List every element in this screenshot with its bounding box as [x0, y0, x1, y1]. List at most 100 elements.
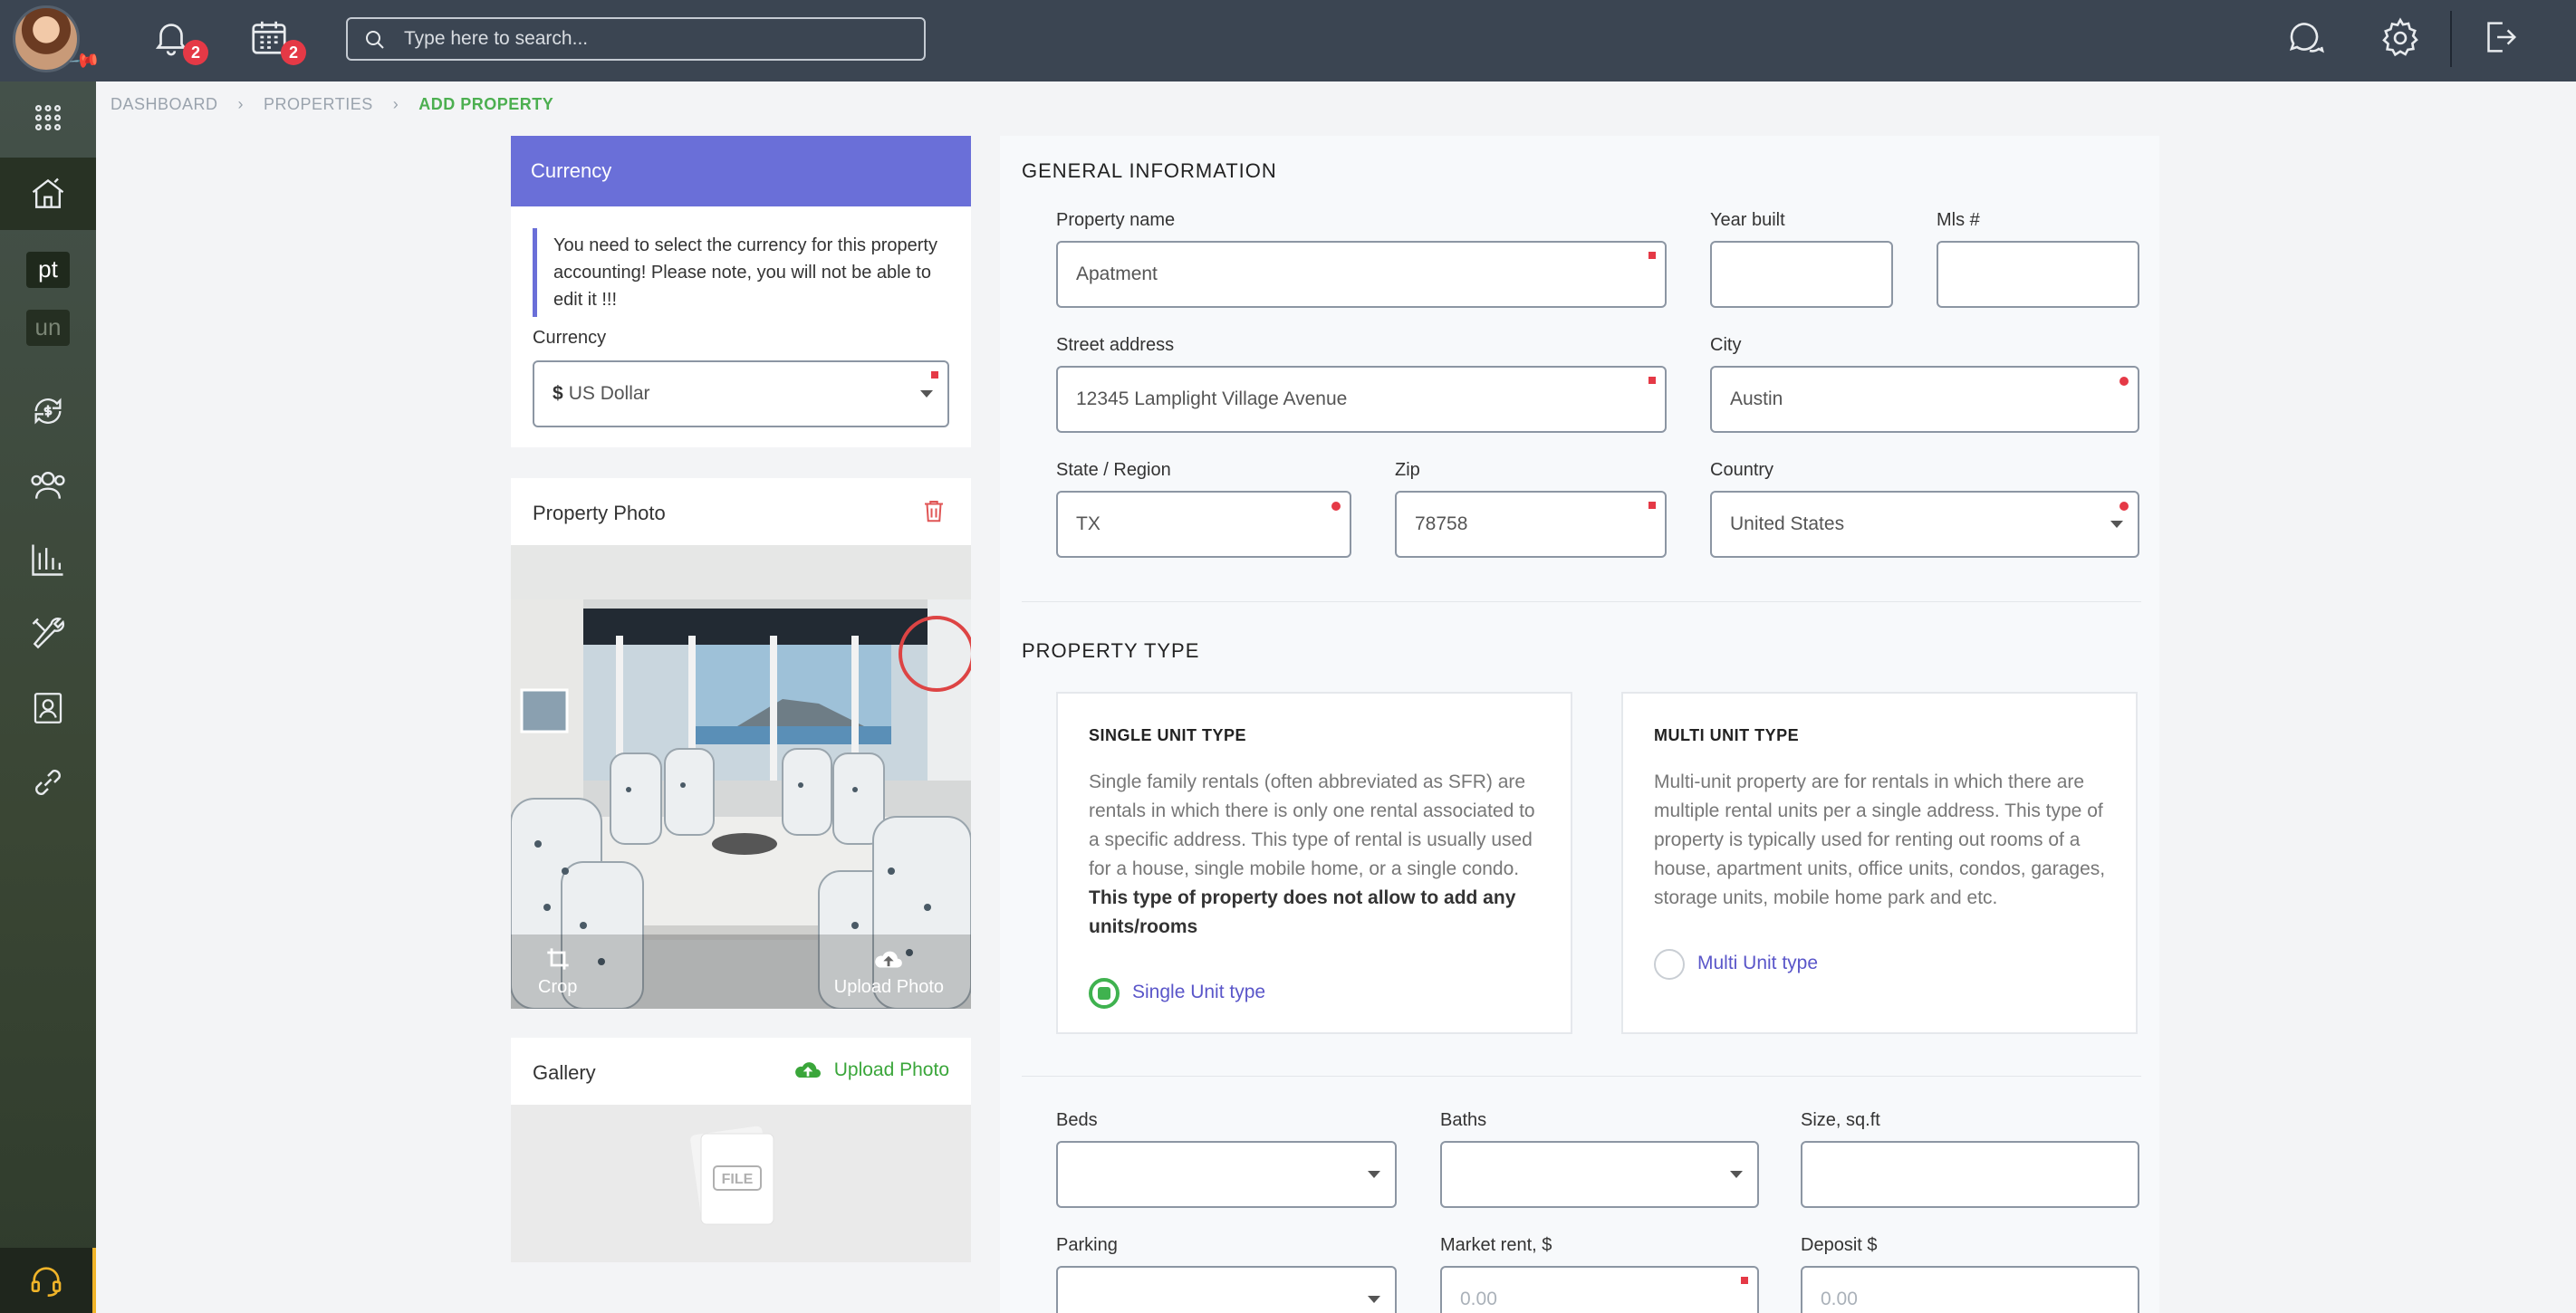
multi-unit-radio-label[interactable]: Multi Unit type [1697, 953, 1818, 974]
single-unit-description-bold: This type of property does not allow to … [1089, 887, 1516, 937]
multi-unit-card[interactable]: MULTI UNIT TYPE Multi-unit property are … [1621, 692, 2138, 1034]
single-unit-description: Single family rentals (often abbreviated… [1089, 768, 1551, 942]
top-bar: 📌 2 2 [0, 0, 2576, 81]
chevron-right-icon: › [392, 94, 399, 113]
settings-button[interactable] [2379, 16, 2424, 62]
sidebar-item-maintenance[interactable] [0, 598, 96, 670]
mls-label: Mls # [1937, 210, 1980, 230]
file-icon-label: FILE [722, 1172, 754, 1187]
property-photo-card: Property Photo Crop Upload Photo [511, 478, 971, 1009]
link-icon [35, 770, 61, 795]
calendar-badge: 2 [281, 40, 306, 65]
baths-select[interactable] [1440, 1141, 1759, 1208]
file-icon: FILE [690, 1126, 774, 1225]
state-value: TX [1076, 513, 1101, 534]
city-label: City [1710, 335, 1742, 355]
tools-icon [32, 618, 65, 649]
dining-room-image [511, 545, 971, 1009]
required-marker [1648, 252, 1656, 259]
single-unit-radio-label[interactable]: Single Unit type [1132, 982, 1265, 1003]
country-select[interactable]: United States [1710, 491, 2139, 558]
gallery-upload-button[interactable]: Upload Photo [793, 1059, 949, 1081]
gallery-card: Gallery Upload Photo FILE [511, 1038, 971, 1262]
beds-select[interactable] [1056, 1141, 1397, 1208]
sidebar-item-apps[interactable] [0, 81, 96, 154]
logout-button[interactable] [2478, 16, 2523, 62]
sidebar-un-label: un [26, 310, 70, 346]
chat-button[interactable] [2284, 16, 2330, 62]
required-marker [1741, 1277, 1748, 1284]
calendar-button[interactable]: 2 [248, 16, 306, 65]
property-name-label: Property name [1056, 210, 1176, 230]
multi-unit-heading: MULTI UNIT TYPE [1654, 726, 1800, 744]
sidebar-item-un[interactable]: un [0, 292, 96, 364]
city-input[interactable]: Austin [1710, 366, 2139, 433]
deposit-input[interactable]: 0.00 [1801, 1266, 2139, 1313]
zip-input[interactable]: 78758 [1395, 491, 1667, 558]
breadcrumb-properties[interactable]: PROPERTIES [264, 95, 373, 114]
size-input[interactable] [1801, 1141, 2139, 1208]
chevron-down-icon [1730, 1171, 1743, 1178]
state-label: State / Region [1056, 460, 1171, 480]
property-photo: Crop Upload Photo [511, 545, 971, 1009]
sidebar-item-links[interactable] [0, 746, 96, 819]
notifications-button[interactable]: 2 [150, 16, 208, 65]
currency-header: Currency [511, 136, 971, 206]
mls-input[interactable] [1937, 241, 2139, 308]
headset-icon [31, 1267, 62, 1297]
support-button[interactable] [0, 1248, 96, 1313]
country-label: Country [1710, 460, 1774, 480]
parking-label: Parking [1056, 1235, 1118, 1255]
baths-label: Baths [1440, 1110, 1487, 1130]
gallery-dropzone[interactable]: FILE [511, 1105, 971, 1262]
sidebar-item-transactions[interactable] [0, 375, 96, 447]
required-marker [2119, 502, 2129, 511]
topbar-divider [2450, 11, 2452, 67]
chevron-down-icon [1368, 1171, 1380, 1178]
multi-unit-description: Multi-unit property are for rentals in w… [1654, 772, 2106, 908]
sidebar-item-people[interactable] [0, 449, 96, 522]
year-built-input[interactable] [1710, 241, 1893, 308]
search-icon [366, 31, 384, 49]
search-input[interactable] [404, 26, 911, 52]
city-value: Austin [1730, 388, 1783, 409]
multi-unit-radio[interactable] [1654, 949, 1685, 980]
sidebar: pt un [0, 81, 96, 1313]
state-input[interactable]: TX [1056, 491, 1351, 558]
crop-label: Crop [538, 977, 578, 997]
currency-select[interactable]: $ US Dollar [533, 360, 949, 427]
currency-symbol: $ [553, 383, 563, 404]
beds-label: Beds [1056, 1110, 1098, 1130]
sidebar-item-reports[interactable] [0, 523, 96, 596]
single-unit-radio[interactable] [1089, 978, 1120, 1009]
property-name-input[interactable]: Apatment [1056, 241, 1667, 308]
gallery-title: Gallery [533, 1061, 596, 1084]
property-photo-title: Property Photo [533, 502, 666, 524]
property-type-title: PROPERTY TYPE [1022, 639, 1200, 662]
sidebar-item-properties[interactable] [0, 158, 96, 230]
breadcrumb-dashboard[interactable]: DASHBOARD [111, 95, 218, 114]
sidebar-item-contacts[interactable] [0, 672, 96, 744]
size-label: Size, sq.ft [1801, 1110, 1880, 1130]
sidebar-pt-label: pt [26, 252, 70, 288]
money-cycle-icon [34, 398, 62, 425]
cloud-upload-icon [794, 1062, 821, 1078]
deposit-label: Deposit $ [1801, 1235, 1878, 1255]
breadcrumb: DASHBOARD › PROPERTIES › ADD PROPERTY [111, 91, 553, 118]
gear-icon [2382, 17, 2418, 57]
upload-photo-button[interactable]: Upload Photo [834, 948, 944, 998]
cloud-upload-icon [875, 951, 903, 968]
crop-button[interactable]: Crop [538, 946, 577, 998]
single-unit-description-text: Single family rentals (often abbreviated… [1089, 772, 1535, 879]
street-address-input[interactable]: 12345 Lamplight Village Avenue [1056, 366, 1667, 433]
house-icon [32, 177, 64, 208]
parking-select[interactable] [1056, 1266, 1397, 1313]
market-rent-input[interactable]: 0.00 [1440, 1266, 1759, 1313]
gallery-upload-label: Upload Photo [833, 1059, 949, 1080]
search-bar[interactable] [346, 17, 926, 61]
property-name-value: Apatment [1076, 264, 1158, 284]
delete-photo-button[interactable] [920, 496, 947, 530]
trash-icon [925, 501, 943, 522]
logout-icon [2487, 22, 2517, 53]
single-unit-card[interactable]: SINGLE UNIT TYPE Single family rentals (… [1056, 692, 1572, 1034]
